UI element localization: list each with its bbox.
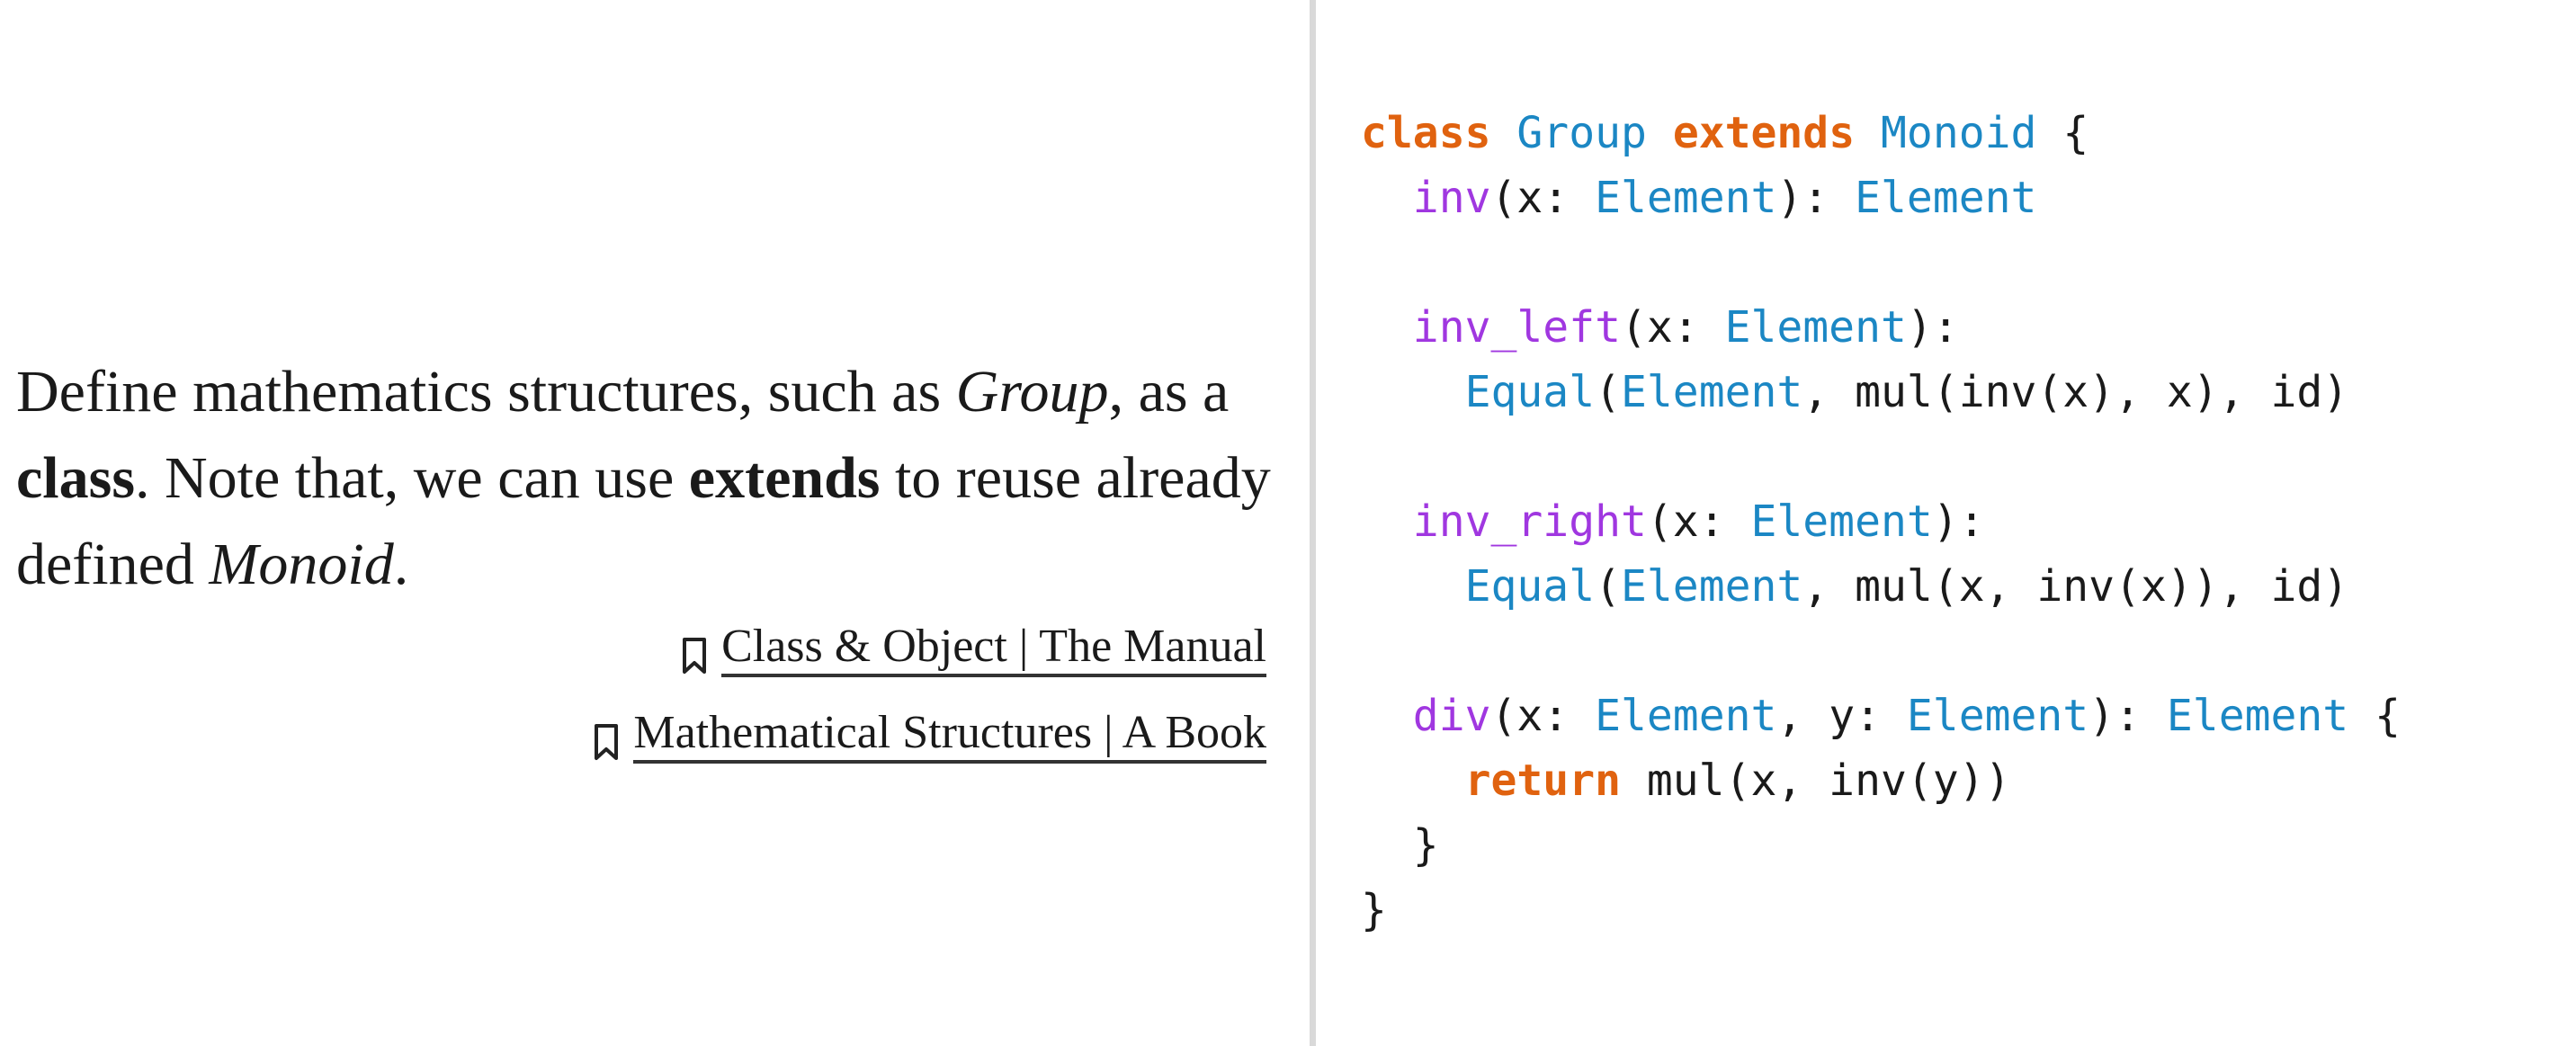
reference-link-class-object[interactable]: Class & Object | The Manual <box>721 621 1266 677</box>
type-name: Element <box>1621 367 1803 417</box>
type-name: Element <box>1595 173 1777 223</box>
explanation-text: Define mathematics structures, such as G… <box>16 349 1284 608</box>
method-name: inv <box>1412 173 1491 223</box>
keyword-extends: extends <box>1672 108 1856 158</box>
method-name: inv_left <box>1412 302 1621 353</box>
text-run: Define mathematics structures, such as <box>16 359 956 425</box>
code-expr: mul(x, inv(y)) <box>1620 755 2011 806</box>
code-punct: ): <box>1906 302 1959 353</box>
type-name: Element <box>1855 173 2037 223</box>
code-punct: , y: <box>1776 691 1907 741</box>
method-name: div <box>1412 691 1491 741</box>
keyword-class: class <box>1361 108 1491 158</box>
type-name: Equal <box>1464 561 1596 612</box>
keyword-return: return <box>1464 755 1621 806</box>
code-pane: class Group extends Monoid { inv(x: Elem… <box>1316 0 2576 1046</box>
text-run: . Note that, we can use <box>135 445 689 511</box>
code-punct: } <box>1412 820 1439 871</box>
slide: Define mathematics structures, such as G… <box>0 0 2576 1046</box>
strong-class: class <box>16 445 135 511</box>
code-punct: { <box>2348 691 2401 741</box>
emphasis-monoid: Monoid <box>209 532 394 597</box>
code-block: class Group extends Monoid { inv(x: Elem… <box>1361 101 2401 943</box>
type-name: Element <box>2166 691 2349 741</box>
code-punct: ( <box>1595 367 1621 417</box>
code-punct: (x: <box>1646 496 1751 547</box>
parent-class-name: Monoid <box>1881 108 2037 158</box>
type-name: Equal <box>1464 367 1596 417</box>
reference-links: Class & Object | The Manual Mathematical… <box>97 621 1266 793</box>
method-name: inv_right <box>1412 496 1647 547</box>
code-punct: } <box>1361 885 1387 935</box>
text-run: . <box>393 532 409 597</box>
code-punct: (x: <box>1490 691 1596 741</box>
type-name: Element <box>1595 691 1777 741</box>
strong-extends: extends <box>688 445 881 511</box>
reference-item: Mathematical Structures | A Book <box>97 707 1266 764</box>
code-expr: , mul(inv(x), x), id) <box>1802 367 2349 417</box>
type-name: Element <box>1621 561 1803 612</box>
emphasis-group: Group <box>955 359 1109 425</box>
class-name: Group <box>1516 108 1647 158</box>
type-name: Element <box>1724 302 1907 353</box>
code-punct: (x: <box>1620 302 1725 353</box>
text-run: , as a <box>1108 359 1230 425</box>
bookmark-icon <box>683 638 707 674</box>
pane-divider <box>1310 0 1316 1046</box>
explanation-pane: Define mathematics structures, such as G… <box>0 0 1310 1046</box>
code-punct: ): <box>1932 496 1985 547</box>
code-punct: ( <box>1595 561 1621 612</box>
reference-link-math-structures[interactable]: Mathematical Structures | A Book <box>633 708 1266 764</box>
code-expr: , mul(x, inv(x)), id) <box>1802 561 2349 612</box>
reference-item: Class & Object | The Manual <box>97 621 1266 678</box>
code-punct: ): <box>2089 691 2167 741</box>
code-punct: (x: <box>1490 173 1596 223</box>
type-name: Element <box>1750 496 1933 547</box>
bookmark-icon <box>595 724 619 760</box>
code-punct: ): <box>1776 173 1856 223</box>
type-name: Element <box>1906 691 2089 741</box>
code-punct: { <box>2062 108 2089 158</box>
